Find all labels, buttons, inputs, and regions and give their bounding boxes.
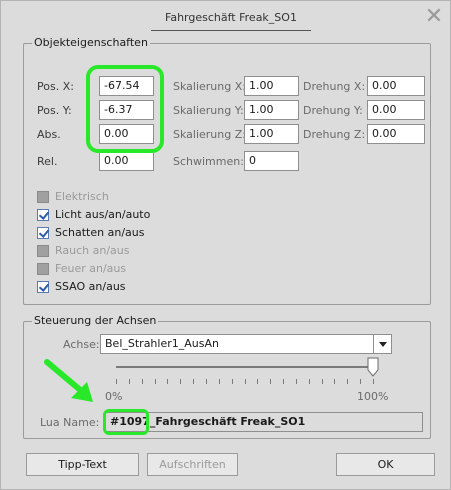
skalierung-y-field[interactable]: 1.00: [244, 100, 299, 120]
skalierung-x-label: Skalierung X:: [173, 80, 246, 93]
checkbox-box[interactable]: [37, 281, 49, 293]
slider-tick: [142, 379, 143, 384]
rel-field[interactable]: 0.00: [99, 151, 154, 171]
slider-tick: [232, 379, 233, 384]
slider-max-label: 100%: [357, 390, 389, 403]
checkbox-box[interactable]: [37, 191, 49, 203]
lua-name-highlight: [103, 409, 149, 435]
drehung-y-label: Drehung Y:: [303, 104, 363, 117]
pos-x-label: Pos. X:: [37, 80, 74, 93]
lua-name-label: Lua Name:: [40, 416, 100, 429]
slider-tick: [219, 379, 220, 384]
pos-y-label: Pos. Y:: [37, 104, 72, 117]
achse-dropdown[interactable]: Bel_Strahler1_AusAn: [100, 334, 392, 354]
drehung-z-field[interactable]: 0.00: [367, 124, 425, 144]
checkbox-label: Schatten an/aus: [55, 226, 145, 239]
checkbox-box[interactable]: [37, 227, 49, 239]
checkbox-label: Elektrisch: [55, 190, 109, 203]
title-bar[interactable]: Fahrgeschäft Freak_SO1 ✕: [1, 1, 450, 31]
abs-label: Abs.: [37, 128, 61, 141]
achse-dropdown-value: Bel_Strahler1_AusAn: [105, 337, 219, 350]
lua-name-field[interactable]: #1097_Fahrgeschäft Freak_SO1: [105, 412, 423, 432]
drehung-x-field[interactable]: 0.00: [367, 76, 425, 96]
slider-tick: [373, 379, 374, 384]
slider-tick: [155, 379, 156, 384]
slider-tick: [180, 379, 181, 384]
slider-thumb[interactable]: [367, 357, 379, 377]
slider-tick: [334, 379, 335, 384]
slider-tick: [270, 379, 271, 384]
skalierung-z-label: Skalierung Z:: [173, 128, 246, 141]
slider-tick: [193, 379, 194, 384]
checkbox-label: Rauch an/aus: [55, 244, 130, 257]
drehung-x-label: Drehung X:: [303, 80, 366, 93]
slider-tick: [309, 379, 310, 384]
drehung-y-field[interactable]: 0.00: [367, 100, 425, 120]
slider-tick: [167, 379, 168, 384]
achsen-legend: Steuerung der Achsen: [32, 314, 159, 328]
slider-tick: [245, 379, 246, 384]
chevron-down-icon[interactable]: [373, 335, 391, 353]
slider-tick: [116, 379, 117, 384]
close-icon[interactable]: ✕: [421, 5, 447, 29]
checkbox-label: Licht aus/an/auto: [55, 208, 151, 221]
checkbox-box[interactable]: [37, 245, 49, 257]
slider-tick: [206, 379, 207, 384]
drehung-z-label: Drehung Z:: [303, 128, 366, 141]
slider-tick: [322, 379, 323, 384]
checkbox-label: Feuer an/aus: [55, 262, 127, 275]
slider-min-label: 0%: [105, 390, 123, 403]
title-underline: [151, 30, 311, 31]
checkbox-box[interactable]: [37, 209, 49, 221]
slider-tick: [347, 379, 348, 384]
slider-tick: [296, 379, 297, 384]
properties-dialog: Fahrgeschäft Freak_SO1 ✕ Objekteigenscha…: [0, 0, 451, 490]
rel-label: Rel.: [37, 155, 58, 168]
achse-label: Achse:: [63, 338, 100, 351]
window-title: Fahrgeschäft Freak_SO1: [165, 11, 297, 24]
skalierung-x-field[interactable]: 1.00: [244, 76, 299, 96]
slider-tick: [129, 379, 130, 384]
objekteigenschaften-legend: Objekteigenschaften: [32, 36, 150, 50]
green-arrow-icon: [44, 359, 93, 402]
schwimmen-label: Schwimmen:: [173, 155, 244, 168]
ok-button[interactable]: OK: [336, 453, 435, 476]
skalierung-y-label: Skalierung Y:: [173, 104, 244, 117]
slider-ticks: [116, 379, 374, 385]
skalierung-z-field[interactable]: 1.00: [244, 124, 299, 144]
schwimmen-field[interactable]: 0: [244, 151, 299, 171]
checkbox-box[interactable]: [37, 263, 49, 275]
slider-track[interactable]: [116, 366, 374, 368]
aufschriften-button[interactable]: Aufschriften: [147, 453, 238, 476]
slider-tick: [283, 379, 284, 384]
tipp-text-button[interactable]: Tipp-Text: [26, 453, 139, 476]
slider-tick: [257, 379, 258, 384]
slider-tick: [360, 379, 361, 384]
position-highlight: [86, 65, 164, 153]
checkbox-label: SSAO an/aus: [55, 280, 126, 293]
